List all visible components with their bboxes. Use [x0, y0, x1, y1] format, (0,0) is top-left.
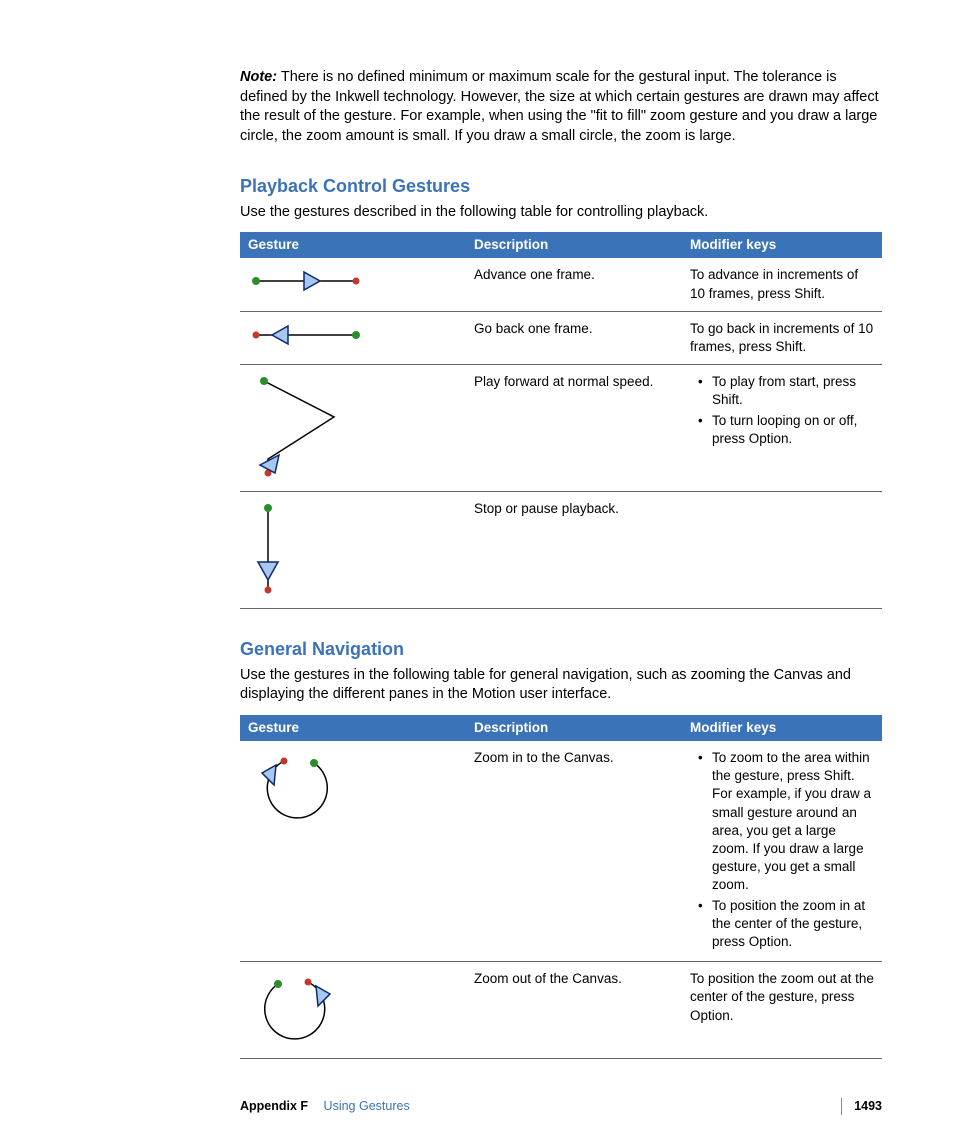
table-header-row: Gesture Description Modifier keys [240, 232, 882, 258]
cell-desc: Zoom out of the Canvas. [466, 962, 682, 1059]
th-gesture: Gesture [240, 715, 466, 741]
gesture-play-icon [248, 373, 368, 483]
cell-mod: To advance in increments of 10 frames, p… [682, 258, 882, 311]
gesture-goback-icon [248, 320, 368, 350]
table-nav: Gesture Description Modifier keys [240, 715, 882, 1060]
cell-desc: Zoom in to the Canvas. [466, 741, 682, 962]
gesture-stop-icon [248, 500, 308, 600]
content-area: Note: There is no defined minimum or max… [240, 68, 882, 1059]
bullet-item: To play from start, press Shift. [702, 373, 874, 409]
th-description: Description [466, 715, 682, 741]
table-row: Stop or pause playback. [240, 492, 882, 609]
note-text: There is no defined minimum or maximum s… [240, 69, 879, 144]
cell-mod-list: To zoom to the area within the gesture, … [690, 749, 874, 951]
section-intro-nav: Use the gestures in the following table … [240, 666, 882, 705]
footer-page-number: 1493 [841, 1098, 882, 1115]
section-heading-playback: Playback Control Gestures [240, 174, 882, 198]
th-gesture: Gesture [240, 232, 466, 258]
table-header-row: Gesture Description Modifier keys [240, 715, 882, 741]
gesture-zoomout-icon [248, 970, 348, 1050]
note-paragraph: Note: There is no defined minimum or max… [240, 68, 882, 146]
note-label: Note: [240, 69, 277, 85]
bullet-item: To zoom to the area within the gesture, … [702, 749, 874, 895]
cell-mod: To position the zoom out at the center o… [682, 962, 882, 1059]
table-row: Advance one frame. To advance in increme… [240, 258, 882, 311]
th-modifier: Modifier keys [682, 232, 882, 258]
bullet-item: To position the zoom in at the center of… [702, 897, 874, 952]
cell-desc: Play forward at normal speed. [466, 365, 682, 492]
footer-appendix: Appendix F [240, 1099, 308, 1113]
gesture-advance-icon [248, 266, 368, 296]
table-row: Zoom in to the Canvas. To zoom to the ar… [240, 741, 882, 962]
cell-mod [682, 492, 882, 609]
cell-mod-list: To play from start, press Shift. To turn… [690, 373, 874, 448]
th-modifier: Modifier keys [682, 715, 882, 741]
gesture-zoomin-icon [248, 749, 348, 829]
footer-chapter: Using Gestures [324, 1099, 410, 1113]
cell-mod: To go back in increments of 10 frames, p… [682, 311, 882, 364]
bullet-item: To turn looping on or off, press Option. [702, 412, 874, 448]
cell-desc: Advance one frame. [466, 258, 682, 311]
table-row: Zoom out of the Canvas. To position the … [240, 962, 882, 1059]
th-description: Description [466, 232, 682, 258]
cell-desc: Go back one frame. [466, 311, 682, 364]
table-playback: Gesture Description Modifier keys [240, 232, 882, 609]
section-heading-nav: General Navigation [240, 637, 882, 661]
page: Note: There is no defined minimum or max… [0, 0, 954, 1145]
page-footer: Appendix F Using Gestures 1493 [240, 1098, 882, 1115]
table-row: Go back one frame. To go back in increme… [240, 311, 882, 364]
table-row: Play forward at normal speed. To play fr… [240, 365, 882, 492]
section-intro-playback: Use the gestures described in the follow… [240, 203, 882, 223]
cell-desc: Stop or pause playback. [466, 492, 682, 609]
